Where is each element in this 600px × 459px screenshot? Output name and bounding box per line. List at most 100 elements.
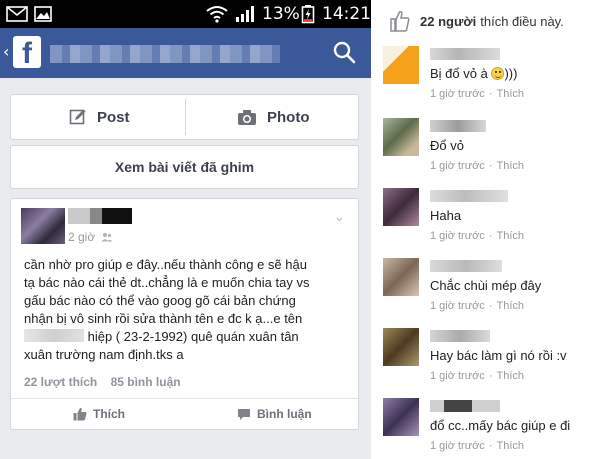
facebook-logo-icon[interactable]: f xyxy=(13,36,41,70)
post-text-line: tạ bác nào cái thẻ dt..chẳng là e muốn c… xyxy=(24,275,310,290)
separator-dot: · xyxy=(488,300,493,312)
blurred-name xyxy=(24,329,84,342)
blurred-commenter-name[interactable] xyxy=(430,120,486,132)
post-text-line: nhận bị vô sinh rồi sửa thành tên e đc k… xyxy=(24,311,303,326)
post-text-line: gấu bác nào có thể vào goog gõ cái bản c… xyxy=(24,293,296,308)
comment-time: 1 giờ trước xyxy=(430,160,485,172)
avatar[interactable] xyxy=(383,398,419,436)
feed-post: 2 giờ ⌄ cần nhờ pro giúp e đây..nếu thàn… xyxy=(10,198,359,430)
separator-dot: · xyxy=(488,440,493,452)
comment-time: 1 giờ trước xyxy=(430,230,485,242)
post-text-line: cần nhờ pro giúp e đây..nếu thành công e… xyxy=(24,257,307,272)
blurred-group-title xyxy=(50,45,280,63)
comment-like-link[interactable]: Thích xyxy=(496,230,524,242)
comment-text: Chắc chùi mép đây xyxy=(430,278,542,293)
comment-meta: 1 giờ trước · Thích xyxy=(430,88,524,100)
battery-percent: 13% xyxy=(262,4,300,24)
post-button[interactable]: Post xyxy=(69,95,130,139)
comment-time: 1 giờ trước xyxy=(430,300,485,312)
mail-icon xyxy=(6,0,28,28)
comment-button-label: Bình luận xyxy=(257,407,312,421)
photo-button-label: Photo xyxy=(267,108,310,126)
like-button-label: Thích xyxy=(93,407,125,421)
comment-item: Bị đổ vỏ à ))) 1 giờ trước · Thích xyxy=(378,46,600,114)
comment-button[interactable]: Bình luận xyxy=(237,400,312,428)
image-icon xyxy=(34,0,52,28)
separator-dot: · xyxy=(488,230,493,242)
divider xyxy=(185,99,186,135)
comment-text: đổ cc..mấy bác giúp e đi xyxy=(430,418,571,433)
separator-dot: · xyxy=(488,370,493,382)
blurred-commenter-name[interactable] xyxy=(430,190,508,202)
comment-text: Hay bác làm gì nó rồi :v xyxy=(430,348,567,363)
signal-icon xyxy=(235,0,257,28)
comment-meta: 1 giờ trước · Thích xyxy=(430,230,524,242)
battery-charging-icon xyxy=(301,0,315,28)
group-audience-icon xyxy=(101,233,113,242)
post-timestamp: 2 giờ xyxy=(68,230,113,244)
post-time-text: 2 giờ xyxy=(68,230,96,244)
avatar[interactable] xyxy=(383,46,419,84)
smiley-emoji-icon xyxy=(491,67,505,80)
comment-meta: 1 giờ trước · Thích xyxy=(430,300,524,312)
comment-like-link[interactable]: Thích xyxy=(496,370,524,382)
divider xyxy=(11,398,358,399)
comment-meta: 1 giờ trước · Thích xyxy=(430,370,524,382)
avatar[interactable] xyxy=(383,188,419,226)
comments-count[interactable]: 85 bình luận xyxy=(111,375,181,389)
post-stats: 22 lượt thích 85 bình luận xyxy=(24,375,191,389)
clock: 14:21 xyxy=(322,4,371,24)
blurred-commenter-name[interactable] xyxy=(430,260,502,272)
search-icon[interactable] xyxy=(332,40,356,69)
comment-time: 1 giờ trước xyxy=(430,370,485,382)
comment-text: Haha xyxy=(430,208,462,223)
comment-item: Hay bác làm gì nó rồi :v 1 giờ trước · Thí… xyxy=(378,328,600,396)
avatar[interactable] xyxy=(383,118,419,156)
status-bar: 13% 14:21 xyxy=(0,0,371,28)
avatar[interactable] xyxy=(383,258,419,296)
avatar[interactable] xyxy=(21,208,65,244)
back-chevron-icon[interactable]: ‹ xyxy=(3,42,9,61)
post-text: cần nhờ pro giúp e đây..nếu thành công e… xyxy=(24,256,354,364)
post-button-label: Post xyxy=(97,108,130,126)
likes-summary-count: 22 người xyxy=(420,13,477,29)
separator-dot: · xyxy=(488,88,493,100)
camera-icon xyxy=(238,109,256,125)
comment-like-link[interactable]: Thích xyxy=(496,88,524,100)
comment-item: Haha 1 giờ trước · Thích xyxy=(378,188,600,256)
thumbs-up-icon xyxy=(73,407,87,421)
post-options-chevron-icon[interactable]: ⌄ xyxy=(334,210,345,225)
comment-like-link[interactable]: Thích xyxy=(496,160,524,172)
comment-like-link[interactable]: Thích xyxy=(496,440,524,452)
comment-like-link[interactable]: Thích xyxy=(496,300,524,312)
phone-screen: 13% 14:21 ‹ f Post Photo Xem bài viết đã… xyxy=(0,0,371,459)
pinned-post-button[interactable]: Xem bài viết đã ghim xyxy=(10,145,359,189)
comments-panel: 22 người thích điều này. Bị đổ vỏ à ))) … xyxy=(378,0,600,459)
like-button[interactable]: Thích xyxy=(73,400,125,428)
blurred-commenter-name[interactable] xyxy=(430,400,500,412)
comment-text: Đổ vỏ xyxy=(430,138,464,153)
comment-text-suffix: ))) xyxy=(504,66,518,81)
composer-actions: Post Photo xyxy=(10,94,359,140)
blurred-commenter-name[interactable] xyxy=(430,330,490,342)
comment-time: 1 giờ trước xyxy=(430,88,485,100)
comment-time: 1 giờ trước xyxy=(430,440,485,452)
comment-text-main: Bị đổ vỏ à xyxy=(430,66,492,81)
comment-item: Chắc chùi mép đây 1 giờ trước · Thích xyxy=(378,258,600,326)
post-text-line: xuân trường nam định.tks a xyxy=(24,347,184,362)
separator-dot: · xyxy=(488,160,493,172)
blurred-commenter-name[interactable] xyxy=(430,48,500,60)
comment-meta: 1 giờ trước · Thích xyxy=(430,440,524,452)
wifi-icon xyxy=(205,0,229,28)
avatar[interactable] xyxy=(383,328,419,366)
likes-summary[interactable]: 22 người thích điều này. xyxy=(390,10,564,32)
likes-summary-text: thích điều này. xyxy=(480,13,564,29)
comment-item: Đổ vỏ 1 giờ trước · Thích xyxy=(378,118,600,186)
likes-count[interactable]: 22 lượt thích xyxy=(24,375,97,389)
photo-button[interactable]: Photo xyxy=(237,95,310,139)
post-text-line: hiệp ( 23-2-1992) quê quán xuân tân xyxy=(24,328,354,346)
facebook-app-bar: ‹ f xyxy=(0,28,371,78)
comment-meta: 1 giờ trước · Thích xyxy=(430,160,524,172)
screenshot-root: 13% 14:21 ‹ f Post Photo Xem bài viết đã… xyxy=(0,0,600,459)
blurred-author-name[interactable] xyxy=(68,208,132,224)
